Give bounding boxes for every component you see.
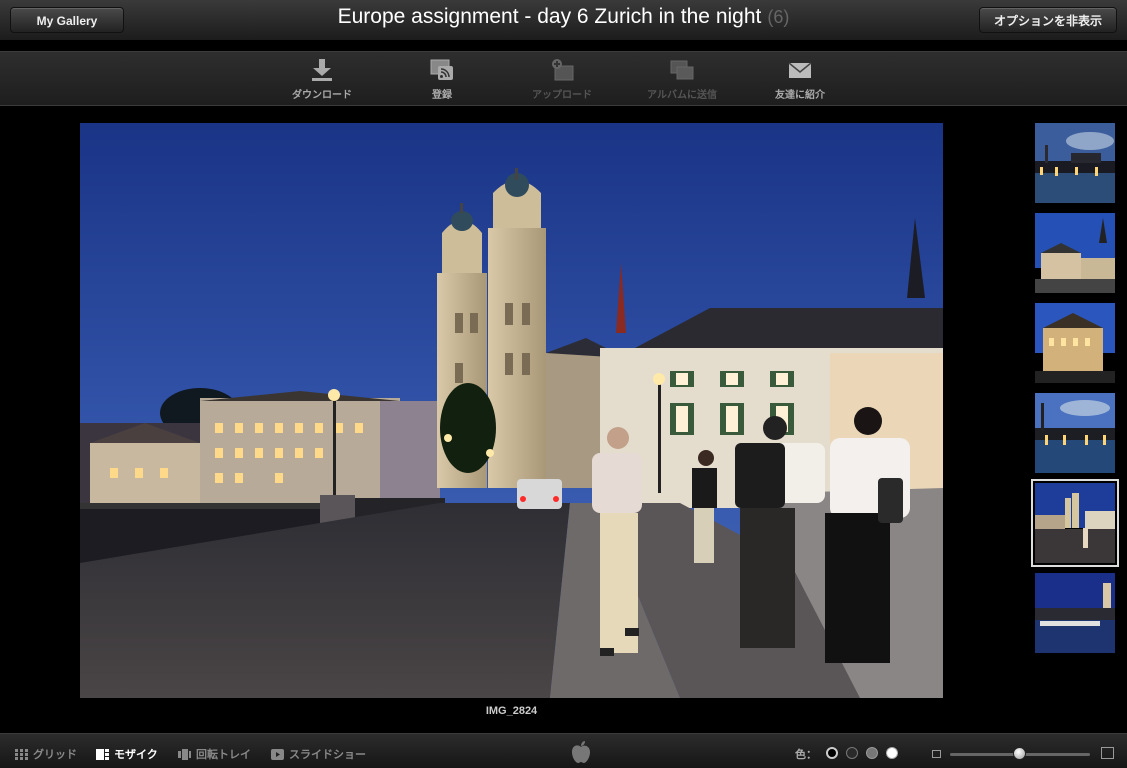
rss-photo-icon [430, 59, 453, 80]
apple-logo-icon [572, 741, 590, 763]
hide-options-button[interactable]: オプションを非表示 [979, 7, 1117, 33]
mosaic-view-button[interactable]: モザイク [96, 746, 158, 762]
small-size-icon[interactable] [932, 750, 941, 758]
upload-label: アップロード [532, 90, 592, 101]
thumbnail-image [1035, 123, 1115, 203]
title-bar: My Gallery Europe assignment - day 6 Zur… [0, 0, 1127, 41]
color-swatch-gray[interactable] [866, 747, 878, 759]
slideshow-button[interactable]: スライドショー [271, 746, 366, 762]
thumbnail-5[interactable] [1031, 479, 1119, 567]
carousel-icon [178, 748, 191, 760]
photo-count: (6) [767, 7, 790, 27]
action-toolbar: ダウンロード 登録 アップロード アルバムに送信 友達に紹介 [0, 51, 1127, 106]
mosaic-icon [96, 748, 109, 760]
album-title: Europe assignment - day 6 Zurich in the … [0, 5, 1127, 29]
envelope-icon [788, 62, 812, 78]
download-label: ダウンロード [292, 90, 352, 101]
thumbnail-image [1035, 483, 1115, 563]
subscribe-button[interactable]: 登録 [392, 58, 492, 101]
thumbnail-image [1035, 303, 1115, 383]
thumbnail-image [1035, 573, 1115, 653]
thumbnail-6[interactable] [1035, 573, 1115, 653]
mosaic-view-label: モザイク [114, 749, 158, 761]
color-swatch-dark-gray[interactable] [846, 747, 858, 759]
download-icon [312, 59, 332, 81]
tell-friend-label: 友達に紹介 [775, 90, 825, 101]
thumbnail-image [1035, 213, 1115, 293]
color-swatch-black[interactable] [826, 747, 838, 759]
album-title-text: Europe assignment - day 6 Zurich in the … [337, 5, 762, 28]
thumbnail-3[interactable] [1035, 303, 1115, 383]
upload-photo-icon [552, 59, 574, 81]
send-to-album-label: アルバムに送信 [647, 90, 717, 101]
play-icon [271, 748, 284, 760]
tell-friend-button[interactable]: 友達に紹介 [750, 58, 850, 101]
thumbnail-4[interactable] [1035, 393, 1115, 473]
grid-view-label: グリッド [33, 749, 77, 761]
slideshow-label: スライドショー [289, 749, 366, 761]
grid-view-button[interactable]: グリッド [15, 746, 77, 762]
large-size-icon[interactable] [1101, 747, 1114, 759]
carousel-view-button[interactable]: 回転トレイ [178, 746, 251, 762]
thumbnail-1[interactable] [1035, 123, 1115, 203]
photo-caption: IMG_2824 [485, 705, 538, 717]
album-send-icon [670, 60, 694, 80]
main-photo[interactable] [80, 123, 943, 698]
carousel-view-label: 回転トレイ [196, 749, 251, 761]
color-label: 色： [795, 749, 817, 761]
upload-button[interactable]: アップロード [512, 58, 612, 101]
subscribe-label: 登録 [432, 90, 452, 101]
slider-handle[interactable] [1013, 747, 1026, 760]
thumbnail-2[interactable] [1035, 213, 1115, 293]
send-to-album-button[interactable]: アルバムに送信 [632, 58, 732, 101]
zurich-night-photo [80, 123, 943, 698]
thumbnail-image [1035, 393, 1115, 473]
color-swatch-white[interactable] [886, 747, 898, 759]
download-button[interactable]: ダウンロード [272, 58, 372, 101]
bottom-bar: グリッド モザイク 回転トレイ スライドショー 色： [0, 733, 1127, 768]
grid-icon [15, 748, 28, 760]
